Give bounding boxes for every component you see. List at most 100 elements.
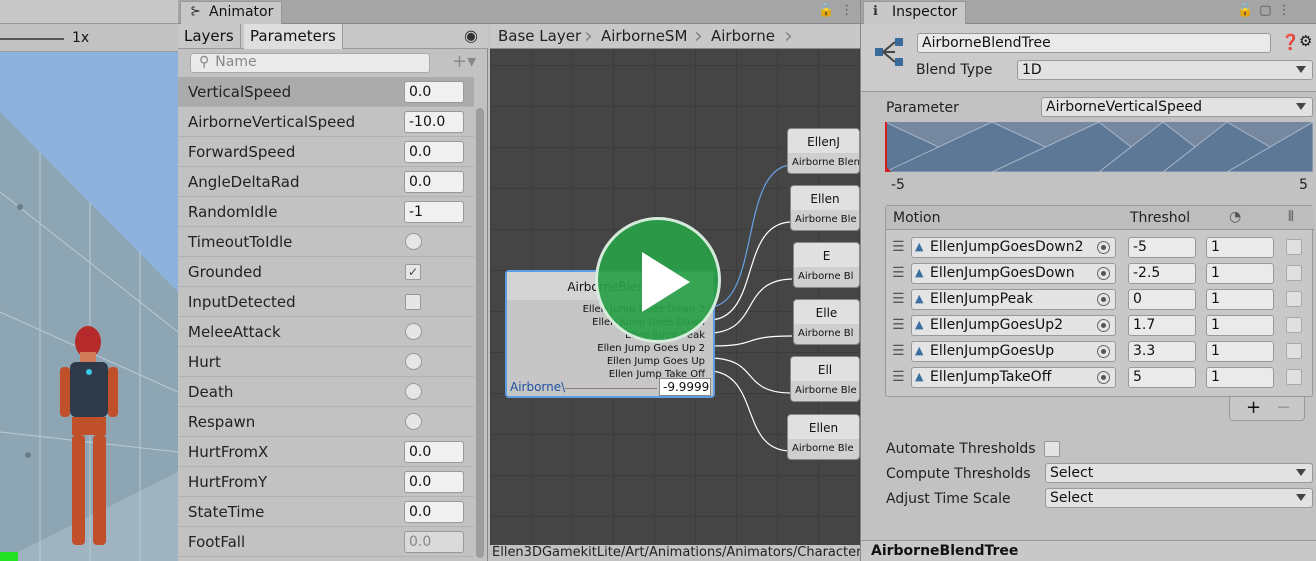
clip-node[interactable]: Ellen Airborne Ble [787, 414, 860, 460]
compute-thresholds-label: Compute Thresholds [886, 466, 1031, 482]
motion-row: ☰ ▲ EllenJumpGoesDown -2.5 1 [886, 261, 1314, 287]
threshold-field[interactable]: 5 [1128, 367, 1196, 388]
object-picker-icon[interactable] [1097, 319, 1110, 332]
mirror-checkbox[interactable] [1286, 369, 1302, 385]
speed-field[interactable]: 1 [1206, 315, 1274, 336]
clip-node-port[interactable]: Airborne Ble [792, 443, 854, 454]
clip-node-title: E [794, 243, 859, 267]
help-icon[interactable]: ❓ [1281, 33, 1300, 51]
motion-column-header: Motion [893, 210, 941, 226]
motion-clip-field[interactable]: ▲ EllenJumpGoesUp2 [911, 315, 1116, 336]
range-min: -5 [891, 177, 905, 193]
clip-node[interactable]: Ell Airborne Ble [790, 356, 860, 402]
clip-node-port[interactable]: Airborne Bl [798, 271, 853, 282]
clip-node-port[interactable]: Airborne Bl [798, 328, 853, 339]
object-picker-icon[interactable] [1097, 267, 1110, 280]
parameter-dropdown[interactable]: AirborneVerticalSpeed [1041, 97, 1313, 117]
parameter-value: AirborneVerticalSpeed [1046, 99, 1202, 115]
automate-thresholds-checkbox[interactable] [1044, 441, 1060, 457]
object-picker-icon[interactable] [1097, 241, 1110, 254]
drag-handle-icon[interactable]: ☰ [892, 317, 905, 333]
blend-tree-param-slider[interactable] [565, 388, 657, 389]
mirror-checkbox[interactable] [1286, 317, 1302, 333]
motion-clip-field[interactable]: ▲ EllenJumpGoesDown2 [911, 237, 1116, 258]
maximize-icon[interactable]: ▢ [1259, 3, 1277, 18]
blend-graph[interactable] [881, 121, 1315, 173]
drag-handle-icon[interactable]: ☰ [892, 239, 905, 255]
clip-node[interactable]: E Airborne Bl [793, 242, 860, 288]
speed-field[interactable]: 1 [1206, 237, 1274, 258]
speed-field[interactable]: 1 [1206, 367, 1274, 388]
drag-handle-icon[interactable]: ☰ [892, 265, 905, 281]
animation-clip-icon: ▲ [915, 266, 924, 279]
speed-field[interactable]: 1 [1206, 263, 1274, 284]
blend-tree-port[interactable]: Ellen Jump Goes Up [607, 356, 705, 367]
add-motion-button[interactable]: + [1246, 397, 1261, 418]
lock-icon[interactable]: 🔒 [1237, 3, 1259, 18]
clip-node-title: EllenJ [788, 129, 859, 153]
blend-tree-icon [875, 38, 903, 66]
object-picker-icon[interactable] [1097, 293, 1110, 306]
threshold-field[interactable]: 1.7 [1128, 315, 1196, 336]
motion-clip-field[interactable]: ▲ EllenJumpGoesUp [911, 341, 1116, 362]
motion-row: ☰ ▲ EllenJumpPeak 0 1 [886, 287, 1314, 313]
motion-clip-name: EllenJumpGoesDown2 [930, 239, 1084, 255]
object-picker-icon[interactable] [1097, 345, 1110, 358]
motion-add-remove: + − [1229, 397, 1305, 421]
motion-clip-field[interactable]: ▲ EllenJumpPeak [911, 289, 1116, 310]
motion-table-header [886, 206, 1314, 230]
preview-header[interactable]: AirborneBlendTree [861, 540, 1316, 561]
clip-node-port[interactable]: Airborne Ble [795, 214, 857, 225]
info-icon: ℹ [873, 4, 878, 19]
menu-icon[interactable]: ⋮ [1277, 3, 1296, 18]
play-video-button[interactable] [595, 217, 721, 343]
blend-tree-param-label: Airborne\ [510, 380, 566, 394]
drag-handle-icon[interactable]: ☰ [892, 343, 905, 359]
clip-node-port[interactable]: Airborne Ble [795, 385, 857, 396]
preview-title: AirborneBlendTree [871, 543, 1019, 559]
threshold-field[interactable]: -5 [1128, 237, 1196, 258]
motion-clip-field[interactable]: ▲ EllenJumpGoesDown [911, 263, 1116, 284]
motion-clip-name: EllenJumpTakeOff [930, 369, 1052, 385]
gear-icon[interactable]: ⚙ [1299, 32, 1312, 50]
adjust-time-scale-dropdown[interactable]: Select [1045, 488, 1313, 508]
motion-clip-name: EllenJumpPeak [930, 291, 1033, 307]
inspector-tab[interactable]: ℹ Inspector [863, 1, 967, 24]
inspector-window-controls[interactable]: 🔒▢⋮ [1237, 3, 1296, 18]
object-picker-icon[interactable] [1097, 371, 1110, 384]
clip-node[interactable]: Ellen Airborne Ble [790, 185, 860, 231]
speed-field[interactable]: 1 [1206, 341, 1274, 362]
threshold-field[interactable]: 3.3 [1128, 341, 1196, 362]
mirror-checkbox[interactable] [1286, 343, 1302, 359]
clip-node-title: Elle [794, 300, 859, 324]
drag-handle-icon[interactable]: ☰ [892, 369, 905, 385]
inspector-window: ℹ Inspector 🔒▢⋮ AirborneBlendTree ❓ ⚙ Bl… [860, 0, 1316, 561]
blend-tree-port[interactable]: Ellen Jump Goes Up 2 [597, 343, 705, 354]
compute-thresholds-dropdown[interactable]: Select [1045, 463, 1313, 483]
motion-clip-field[interactable]: ▲ EllenJumpTakeOff [911, 367, 1116, 388]
animation-clip-icon: ▲ [915, 370, 924, 383]
clip-node[interactable]: Elle Airborne Bl [793, 299, 860, 345]
clip-node-title: Ell [791, 357, 859, 381]
blend-tree-param-input[interactable]: -9.9999 [659, 378, 711, 396]
blend-type-dropdown[interactable]: 1D [1017, 60, 1313, 80]
speed-field[interactable]: 1 [1206, 289, 1274, 310]
remove-motion-button[interactable]: − [1276, 397, 1291, 418]
object-name-field[interactable]: AirborneBlendTree [917, 33, 1271, 53]
blend-type-value: 1D [1022, 62, 1042, 78]
chevron-down-icon [1296, 494, 1306, 501]
mirror-checkbox[interactable] [1286, 291, 1302, 307]
mirror-checkbox[interactable] [1286, 239, 1302, 255]
clip-node-port[interactable]: Airborne Blen [792, 157, 859, 168]
drag-handle-icon[interactable]: ☰ [892, 291, 905, 307]
threshold-field[interactable]: 0 [1128, 289, 1196, 310]
motion-table: Motion Threshol ◔ ⫴ ☰ ▲ EllenJumpGoesDown2… [885, 205, 1314, 397]
motion-clip-name: EllenJumpGoesDown [930, 265, 1075, 281]
clip-node[interactable]: EllenJ Airborne Blen [787, 128, 860, 174]
chevron-down-icon [1296, 103, 1306, 110]
motion-clip-name: EllenJumpGoesUp2 [930, 317, 1063, 333]
animation-clip-icon: ▲ [915, 344, 924, 357]
mirror-checkbox[interactable] [1286, 265, 1302, 281]
threshold-field[interactable]: -2.5 [1128, 263, 1196, 284]
range-max: 5 [1299, 177, 1308, 193]
